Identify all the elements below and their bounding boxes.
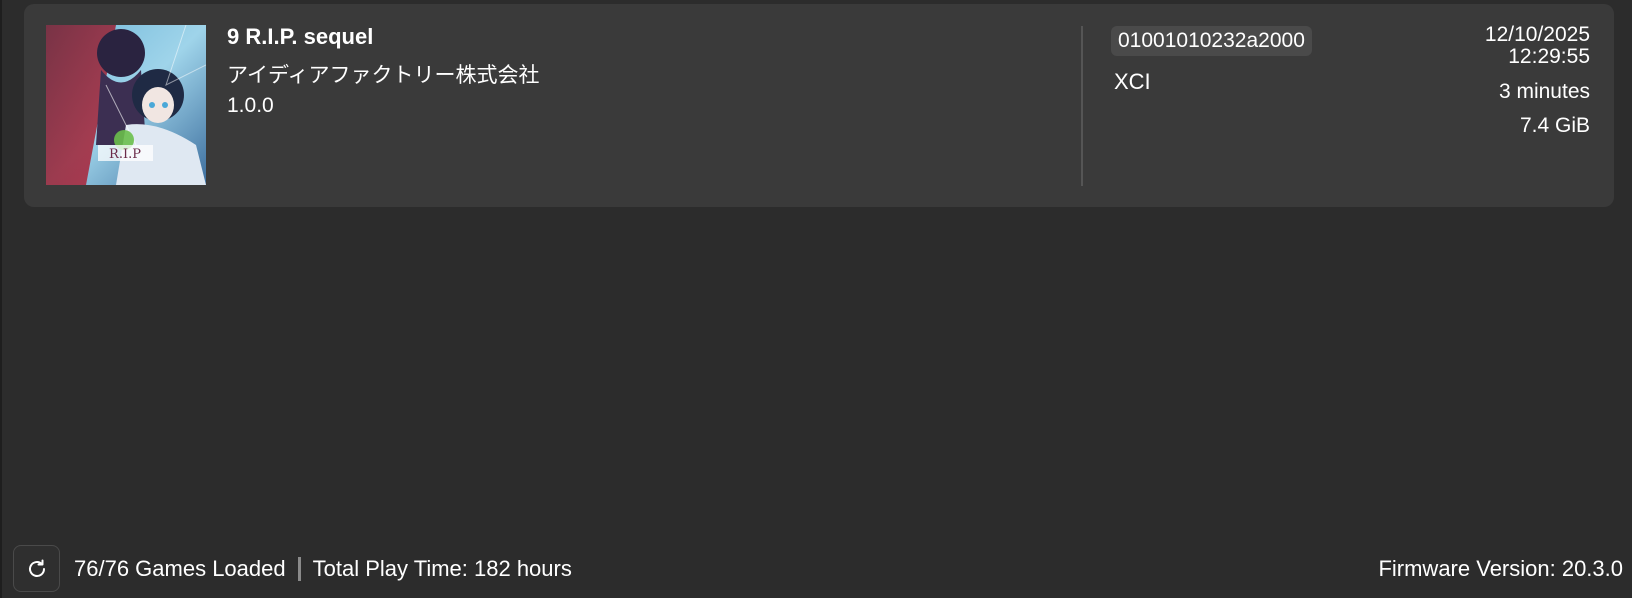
game-row[interactable]: R.I.P 9 R.I.P. sequel アイディアファクトリー株式会社 1.… [24,4,1614,207]
game-library-window: R.I.P 9 R.I.P. sequel アイディアファクトリー株式会社 1.… [0,0,1632,598]
last-played-date: 12/10/2025 [1484,23,1590,46]
window-edge [0,0,2,598]
total-play-time: Total Play Time: 182 hours [312,556,572,581]
file-size: 7.4 GiB [1519,114,1590,137]
column-divider [1081,26,1083,186]
games-loaded-count: 76/76 Games Loaded [74,556,286,581]
status-summary: 76/76 Games Loaded Total Play Time: 182 … [74,556,572,582]
game-title: 9 R.I.P. sequel [227,24,374,49]
cover-art-icon: R.I.P [46,25,206,185]
status-bar: 76/76 Games Loaded Total Play Time: 182 … [0,540,1632,598]
firmware-version: Firmware Version: 20.3.0 [1378,556,1623,581]
game-meta: 12/10/2025 12:29:55 3 minutes 7.4 GiB [1485,24,1590,137]
refresh-button[interactable] [13,545,60,592]
game-publisher: アイディアファクトリー株式会社 [227,64,540,87]
status-separator [297,557,301,581]
game-list: R.I.P 9 R.I.P. sequel アイディアファクトリー株式会社 1.… [24,4,1614,207]
game-format: XCI [1114,69,1151,94]
play-time: 3 minutes [1498,80,1590,103]
game-version: 1.0.0 [227,94,274,117]
refresh-icon [28,559,45,577]
title-id-badge[interactable]: 01001010232a2000 [1111,26,1312,56]
game-cover-image: R.I.P [46,25,206,185]
svg-text:R.I.P: R.I.P [109,147,141,162]
last-played-time: 12:29:55 [1508,45,1590,68]
